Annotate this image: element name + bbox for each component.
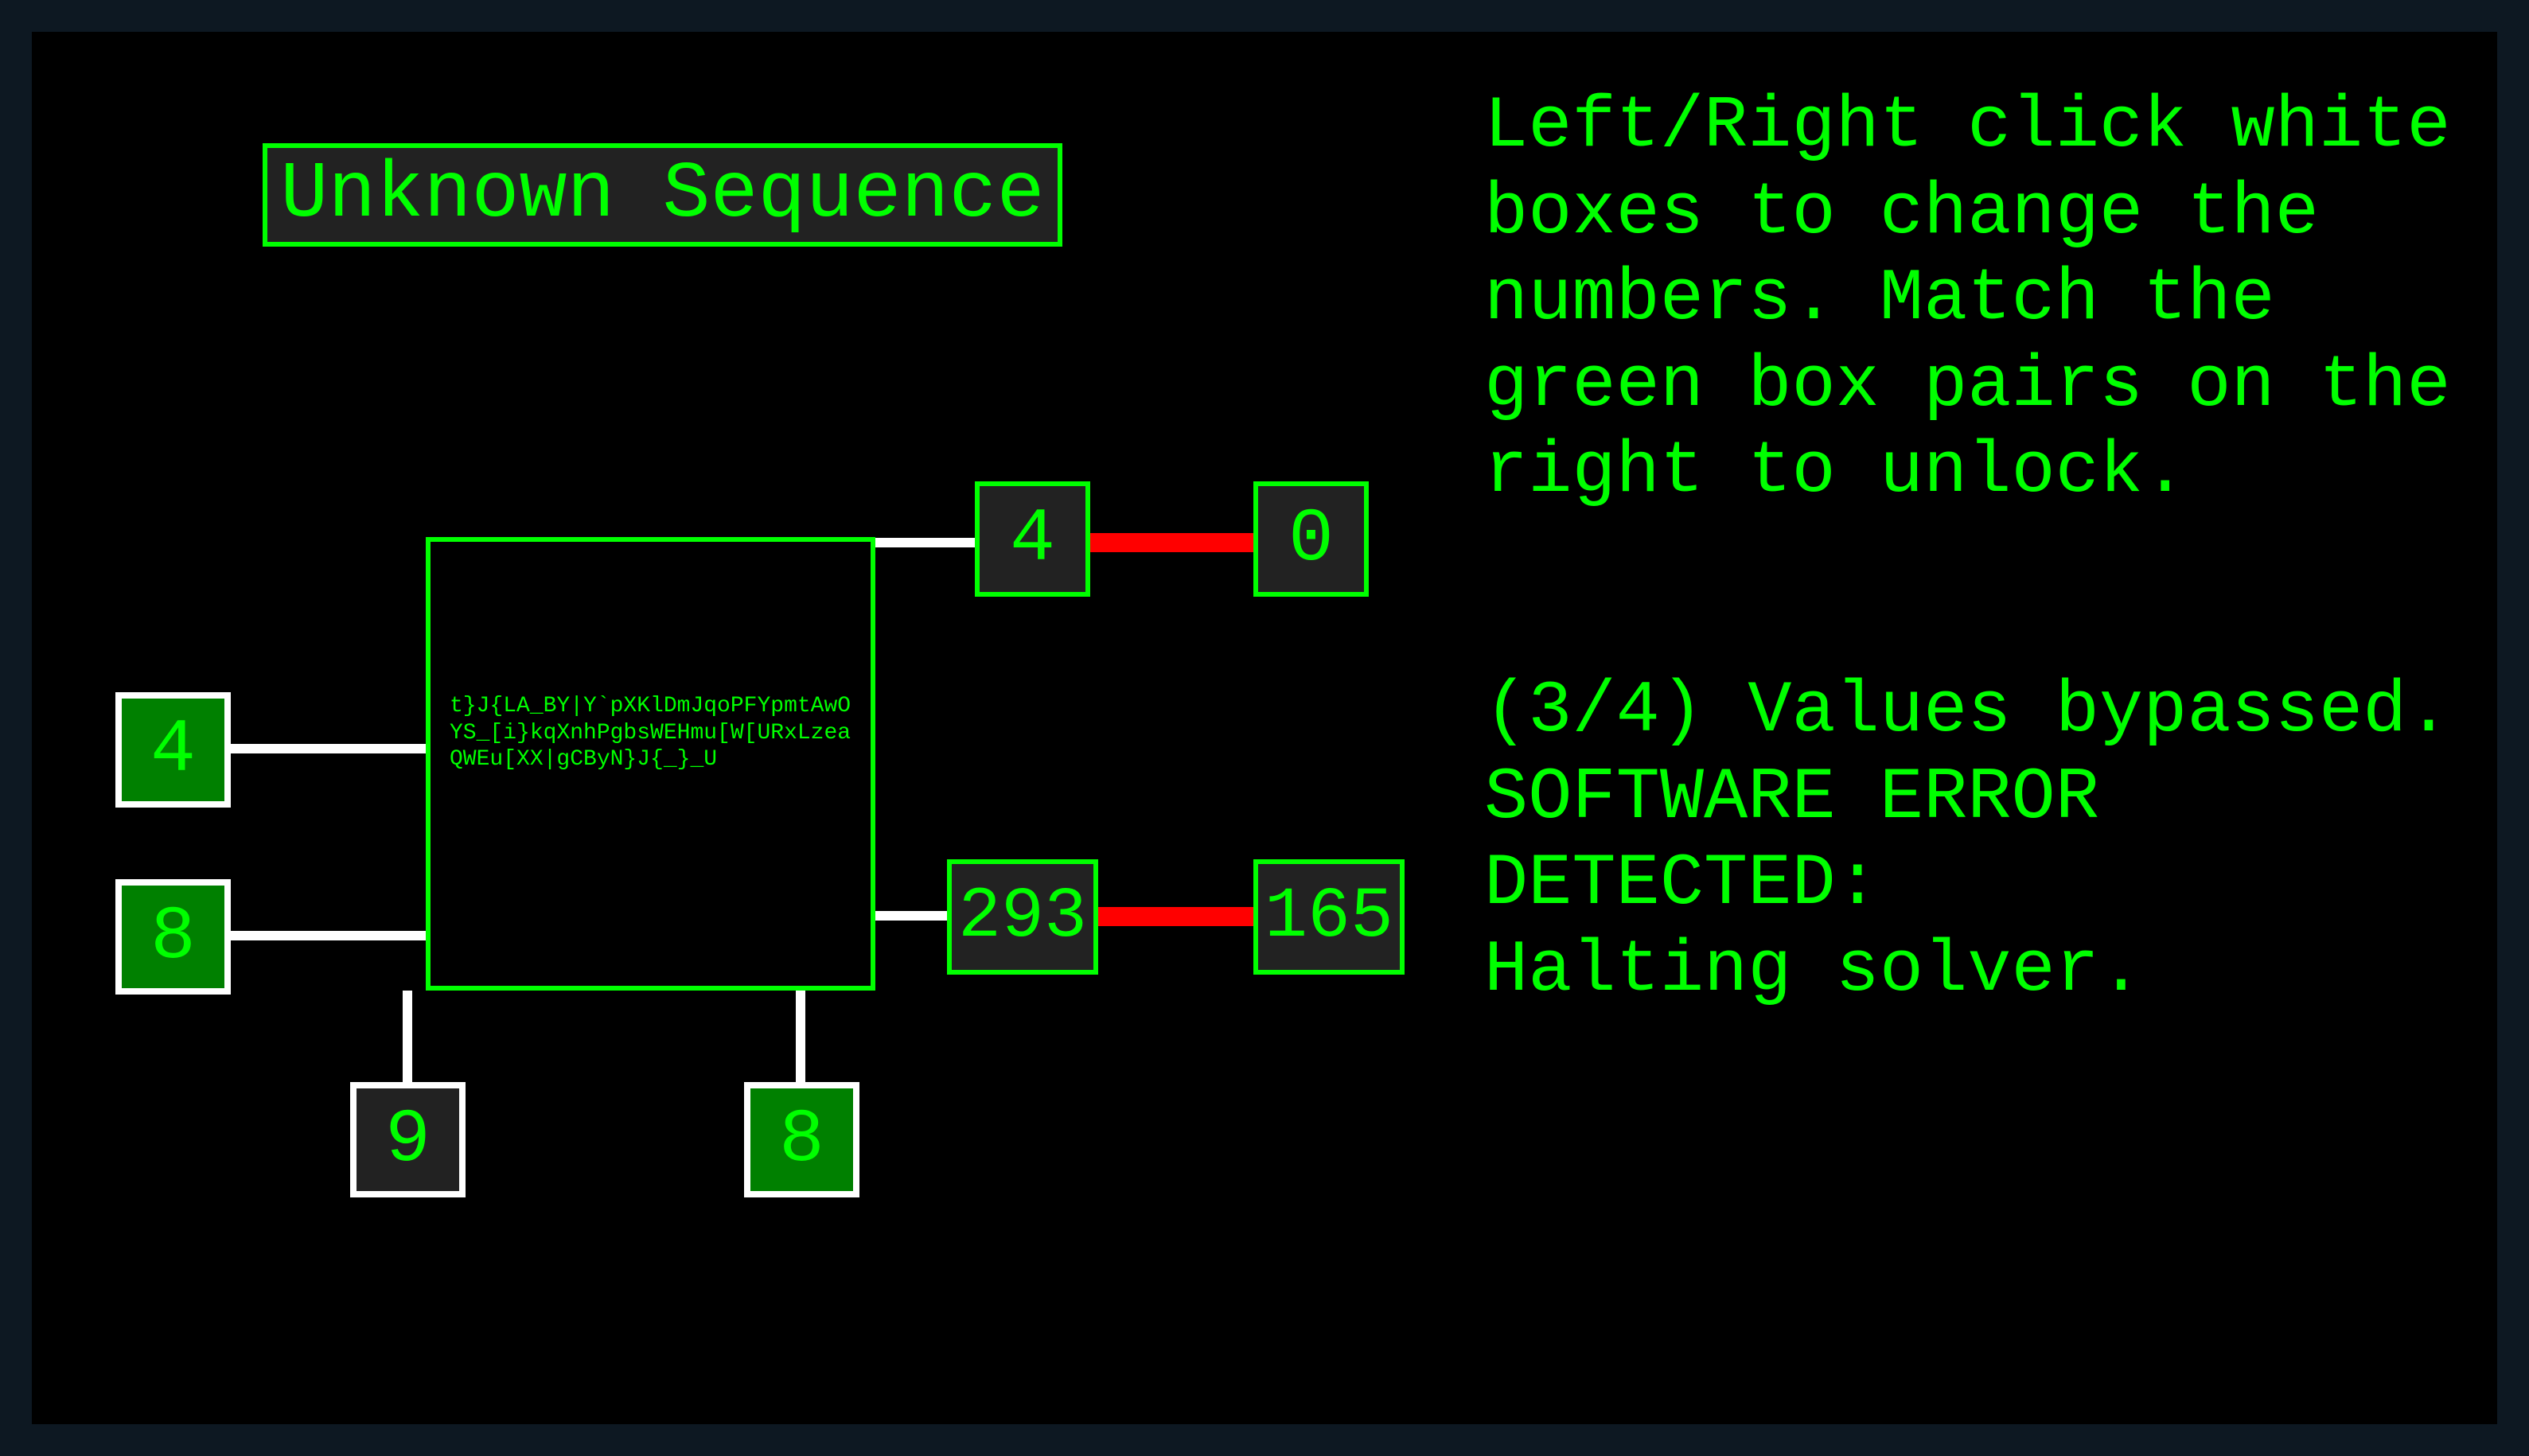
output-bottom-out-value: 293 [958, 877, 1087, 958]
output-bottom-target-value: 165 [1264, 877, 1393, 958]
wire-bottom-right [796, 991, 805, 1082]
status-content: (3/4) Values bypassed. SOFTWARE ERROR DE… [1484, 669, 2451, 1012]
input-left-top-value: 4 [150, 707, 196, 793]
wire-left-top [231, 744, 426, 753]
central-text: t}J{LA_BY|Y`pXKlDmJqoPFYpmtAwOYS_[i}kqXn… [450, 694, 851, 772]
status-text: (3/4) Values bypassed. SOFTWARE ERROR DE… [1484, 668, 2487, 1014]
instructions-content: Left/Right click white boxes to change t… [1484, 84, 2451, 513]
input-bottom-right-value: 8 [779, 1097, 824, 1183]
wire-right-bottom [875, 911, 947, 921]
output-top-target-value: 0 [1288, 496, 1334, 582]
input-left-bottom-value: 8 [150, 894, 196, 980]
wire-left-bottom [231, 931, 426, 940]
output-bottom-out: 293 [947, 859, 1098, 975]
title-box: Unknown Sequence [263, 143, 1062, 247]
input-left-bottom[interactable]: 8 [115, 879, 231, 995]
input-bottom-left-value: 9 [385, 1097, 431, 1183]
title-text: Unknown Sequence [280, 150, 1044, 240]
input-bottom-left[interactable]: 9 [350, 1082, 466, 1197]
wire-right-top-h2 [875, 538, 979, 547]
output-top-out: 4 [975, 481, 1090, 597]
central-box: t}J{LA_BY|Y`pXKlDmJqoPFYpmtAwOYS_[i}kqXn… [426, 537, 875, 991]
game-panel: Unknown Sequence t}J{LA_BY|Y`pXKlDmJqoPF… [32, 32, 2497, 1424]
instructions-text: Left/Right click white boxes to change t… [1484, 84, 2487, 516]
wire-bottom-left [403, 991, 412, 1082]
output-top-target: 0 [1253, 481, 1369, 597]
input-bottom-right[interactable]: 8 [744, 1082, 859, 1197]
output-top-out-value: 4 [1010, 496, 1055, 582]
wire-red-top [1090, 533, 1253, 552]
wire-red-bottom [1098, 907, 1253, 926]
input-left-top[interactable]: 4 [115, 692, 231, 808]
output-bottom-target: 165 [1253, 859, 1405, 975]
